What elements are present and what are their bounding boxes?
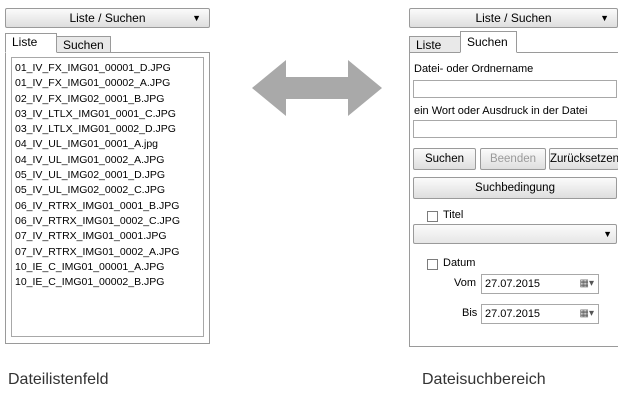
view-mode-dropdown[interactable]: Liste / Suchen ▼ <box>5 8 210 28</box>
file-list-panel: 01_IV_FX_IMG01_00001_D.JPG 01_IV_FX_IMG0… <box>5 52 210 344</box>
tab-liste[interactable]: Liste <box>409 36 461 53</box>
list-item[interactable]: 10_IE_C_IMG01_00002_B.JPG <box>12 275 203 290</box>
tab-suchen[interactable]: Suchen <box>460 31 517 53</box>
list-item[interactable]: 03_IV_LTLX_IMG01_0001_C.JPG <box>12 107 203 122</box>
content-search-input[interactable] <box>413 120 617 138</box>
search-button[interactable]: Suchen <box>413 148 476 170</box>
filename-input[interactable] <box>413 80 617 98</box>
title-checkbox[interactable] <box>427 211 438 222</box>
tab-label: Suchen <box>63 38 104 52</box>
list-item[interactable]: 01_IV_FX_IMG01_00001_D.JPG <box>12 61 203 76</box>
chevron-down-icon: ▼ <box>600 13 609 23</box>
stop-button[interactable]: Beenden <box>480 148 546 170</box>
list-item[interactable]: 07_IV_RTRX_IMG01_0001.JPG <box>12 229 203 244</box>
file-list[interactable]: 01_IV_FX_IMG01_00001_D.JPG 01_IV_FX_IMG0… <box>11 57 204 337</box>
list-item[interactable]: 10_IE_C_IMG01_00001_A.JPG <box>12 260 203 275</box>
calendar-icon[interactable]: ▦▾ <box>580 275 594 293</box>
from-label: Vom <box>454 277 477 289</box>
list-item[interactable]: 03_IV_LTLX_IMG01_0002_D.JPG <box>12 122 203 137</box>
caption-file-list: Dateilistenfeld <box>8 371 109 388</box>
tab-label: Liste <box>12 35 38 49</box>
from-date-field[interactable]: 27.07.2015 ▦▾ <box>481 274 599 294</box>
reset-button[interactable]: Zurücksetzen <box>549 148 618 170</box>
list-item[interactable]: 04_IV_UL_IMG01_0002_A.JPG <box>12 153 203 168</box>
list-item[interactable]: 06_IV_RTRX_IMG01_0001_B.JPG <box>12 199 203 214</box>
search-condition-button[interactable]: Suchbedingung <box>413 177 617 199</box>
date-checkbox[interactable] <box>427 259 438 270</box>
view-mode-dropdown[interactable]: Liste / Suchen ▼ <box>409 8 618 28</box>
date-label: Datum <box>443 257 476 269</box>
chevron-down-icon: ▼ <box>603 229 612 239</box>
list-item[interactable]: 01_IV_FX_IMG01_00002_A.JPG <box>12 76 203 91</box>
search-panel: Datei- oder Ordnername ein Wort oder Aus… <box>409 52 618 347</box>
list-item[interactable]: 04_IV_UL_IMG01_0001_A.jpg <box>12 137 203 152</box>
chevron-down-icon: ▼ <box>192 13 201 23</box>
from-date-value: 27.07.2015 <box>485 278 541 290</box>
tab-liste[interactable]: Liste <box>5 33 57 53</box>
content-search-label: ein Wort oder Ausdruck in der Datei <box>414 105 588 117</box>
double-arrow-icon <box>252 60 382 116</box>
list-item[interactable]: 02_IV_FX_IMG02_0001_B.JPG <box>12 92 203 107</box>
title-select[interactable]: ▼ <box>413 224 617 244</box>
tab-suchen[interactable]: Suchen <box>56 36 111 53</box>
caption-search-area: Dateisuchbereich <box>422 371 546 388</box>
to-date-field[interactable]: 27.07.2015 ▦▾ <box>481 304 599 324</box>
title-label: Titel <box>443 209 464 221</box>
tab-label: Liste <box>416 38 442 52</box>
tab-label: Suchen <box>467 35 508 49</box>
view-mode-label: Liste / Suchen <box>475 11 552 25</box>
list-item[interactable]: 06_IV_RTRX_IMG01_0002_C.JPG <box>12 214 203 229</box>
calendar-icon[interactable]: ▦▾ <box>580 305 594 323</box>
list-item[interactable]: 05_IV_UL_IMG02_0001_D.JPG <box>12 168 203 183</box>
to-label: Bis <box>462 307 478 319</box>
view-mode-label: Liste / Suchen <box>69 11 146 25</box>
filename-label: Datei- oder Ordnername <box>414 63 534 75</box>
list-item[interactable]: 07_IV_RTRX_IMG01_0002_A.JPG <box>12 245 203 260</box>
to-date-value: 27.07.2015 <box>485 308 541 320</box>
list-item[interactable]: 05_IV_UL_IMG02_0002_C.JPG <box>12 183 203 198</box>
